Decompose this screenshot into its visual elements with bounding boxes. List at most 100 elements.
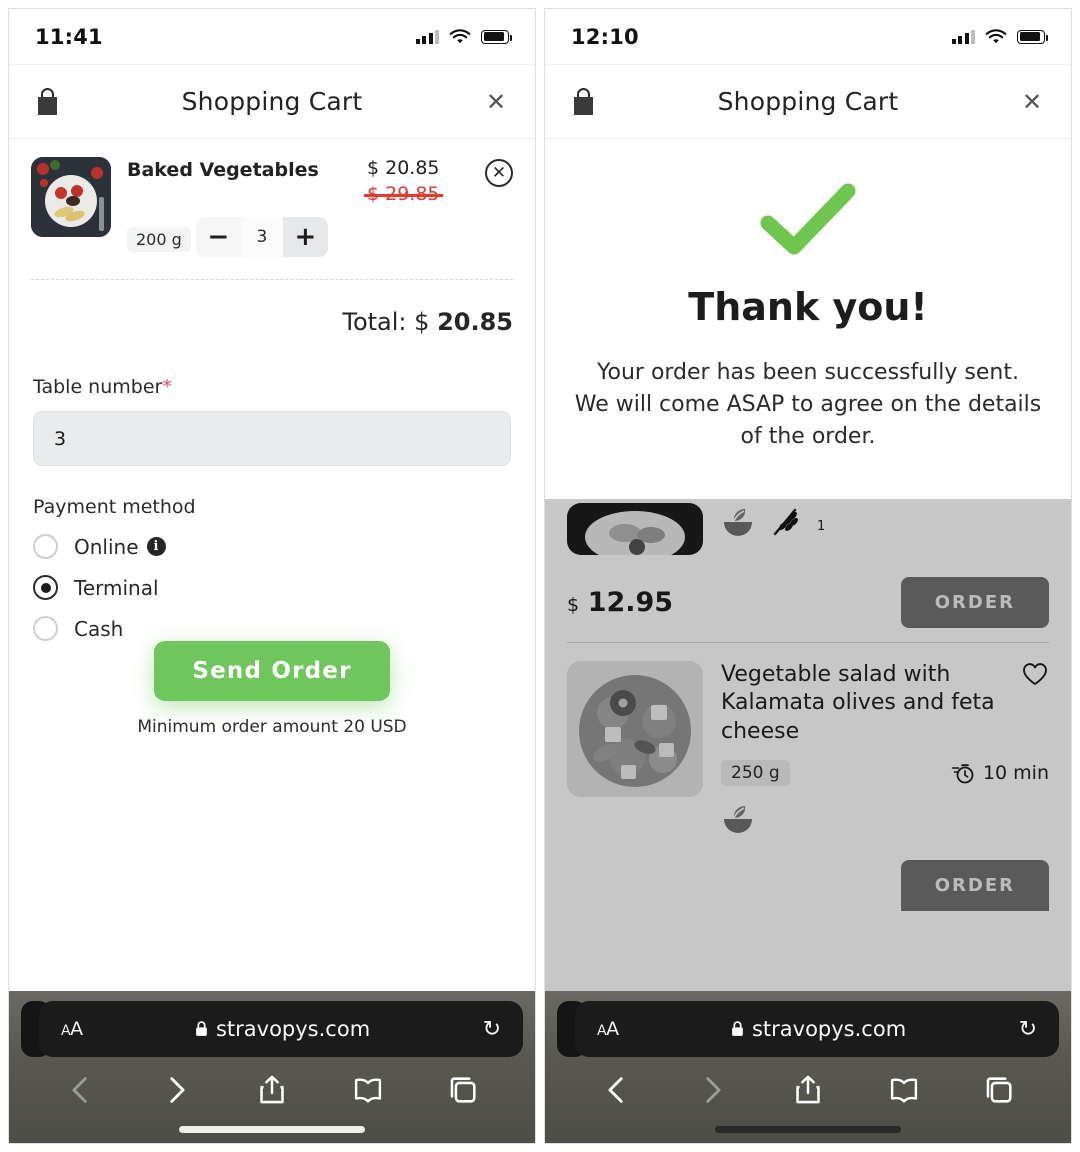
price-currency: $ bbox=[567, 593, 580, 616]
tabs-icon[interactable] bbox=[982, 1073, 1016, 1107]
table-number-input[interactable]: 3 bbox=[33, 411, 511, 466]
bookmarks-icon[interactable] bbox=[887, 1073, 921, 1107]
payment-option-online-label: Online i bbox=[74, 535, 166, 559]
cart-item-name: Baked Vegetables bbox=[127, 159, 319, 181]
order-button[interactable]: ORDER bbox=[900, 576, 1049, 628]
back-chevron-icon[interactable] bbox=[64, 1073, 98, 1107]
menu-item-thumbnail bbox=[567, 660, 703, 797]
safari-tool-row bbox=[545, 1057, 1071, 1115]
cart-item-weight: 200 g bbox=[127, 227, 191, 252]
forward-chevron-icon[interactable] bbox=[695, 1073, 729, 1107]
thank-you-line-1: Your order has been successfully sent. bbox=[596, 360, 1019, 385]
payment-method-label: Payment method bbox=[33, 496, 196, 518]
share-icon[interactable] bbox=[791, 1073, 825, 1107]
radio-terminal[interactable] bbox=[33, 575, 58, 600]
cooking-time-icon bbox=[951, 764, 974, 784]
text-size-button[interactable]: AA bbox=[61, 1018, 83, 1040]
online-label-text: Online bbox=[74, 534, 139, 559]
menu-item-footer: $ 12.95 ORDER bbox=[567, 555, 1049, 642]
close-icon[interactable]: ✕ bbox=[1017, 87, 1047, 117]
wifi-icon bbox=[449, 28, 471, 43]
app-header: Shopping Cart ✕ bbox=[545, 65, 1071, 139]
cart-total: Total: $ 20.85 bbox=[9, 280, 535, 346]
home-indicator-area bbox=[9, 1115, 535, 1143]
status-bar-time: 12:10 bbox=[571, 24, 639, 49]
page-title: Shopping Cart bbox=[181, 87, 363, 116]
cart-total-label: Total: bbox=[342, 308, 407, 336]
cart-line-item: Baked Vegetables $ 20.85 $ 29.85 ✕ 200 g… bbox=[9, 139, 535, 267]
aa-large: A bbox=[70, 1018, 83, 1040]
address-bar[interactable]: AA stravopys.com ↻ bbox=[575, 1001, 1059, 1057]
aa-small: A bbox=[61, 1023, 71, 1039]
cart-item-details: Baked Vegetables $ 20.85 $ 29.85 ✕ 200 g… bbox=[127, 157, 513, 257]
radio-cash[interactable] bbox=[33, 616, 58, 641]
text-size-button[interactable]: AA bbox=[597, 1018, 619, 1040]
menu-item-salad: Vegetable salad with Kalamata olives and… bbox=[545, 643, 1071, 926]
aa-small: A bbox=[597, 1023, 607, 1039]
app-header: Shopping Cart ✕ bbox=[9, 65, 535, 139]
shopping-bag-icon bbox=[569, 86, 599, 118]
page-title: Shopping Cart bbox=[717, 87, 899, 116]
status-bar-indicators bbox=[951, 28, 1049, 45]
minimum-order-note: Minimum order amount 20 USD bbox=[137, 717, 407, 737]
bookmarks-icon[interactable] bbox=[351, 1073, 385, 1107]
reload-icon[interactable]: ↻ bbox=[1019, 1017, 1037, 1042]
thank-you-message: Your order has been successfully sent. W… bbox=[573, 357, 1043, 453]
two-phone-screenshot: 11:41 Shopping Cart ✕ Baked Vegetables $… bbox=[0, 0, 1080, 1152]
phone-right-confirmation: 12:10 Shopping Cart ✕ Thank you! Your or… bbox=[544, 8, 1072, 1144]
vegan-bowl-icon bbox=[724, 806, 752, 834]
menu-item-price: $ 12.95 bbox=[567, 587, 673, 618]
send-order-button[interactable]: Send Order bbox=[154, 641, 390, 701]
quantity-value: 3 bbox=[240, 217, 283, 257]
shopping-bag-icon bbox=[33, 86, 63, 118]
heart-icon[interactable] bbox=[1021, 661, 1049, 687]
cart-item-price-current: $ 20.85 bbox=[367, 157, 440, 179]
status-bar: 11:41 bbox=[9, 9, 535, 65]
send-order-area: Send Order Minimum order amount 20 USD bbox=[33, 641, 511, 753]
quantity-decrease-button[interactable]: − bbox=[195, 217, 241, 257]
table-number-label: Table number* bbox=[33, 376, 511, 398]
url-text: stravopys.com bbox=[215, 1017, 371, 1041]
remove-circle-icon[interactable]: ✕ bbox=[485, 159, 513, 187]
safari-toolbar: AA stravopys.com ↻ bbox=[9, 991, 535, 1143]
cart-body: Baked Vegetables $ 20.85 $ 29.85 ✕ 200 g… bbox=[9, 139, 535, 991]
quantity-stepper[interactable]: − 3 + bbox=[195, 217, 328, 257]
quantity-increase-button[interactable]: + bbox=[282, 217, 328, 257]
cart-item-prices: $ 20.85 $ 29.85 bbox=[361, 157, 481, 205]
reload-icon[interactable]: ↻ bbox=[483, 1017, 501, 1042]
order-button[interactable]: ORDER bbox=[900, 860, 1049, 912]
menu-list-dimmed: 1 $ 12.95 ORDER Vegetable salad with Kal… bbox=[545, 498, 1071, 991]
info-icon[interactable]: i bbox=[146, 537, 166, 556]
close-icon[interactable]: ✕ bbox=[481, 87, 511, 117]
url-display[interactable]: stravopys.com bbox=[619, 1017, 1019, 1041]
payment-option-terminal-label: Terminal bbox=[74, 575, 159, 600]
share-icon[interactable] bbox=[255, 1073, 289, 1107]
lock-icon bbox=[732, 1021, 743, 1036]
payment-option-online[interactable]: Online i bbox=[33, 534, 511, 559]
radio-online[interactable] bbox=[33, 534, 58, 559]
thank-you-title: Thank you! bbox=[688, 285, 928, 329]
allergen-number: 1 bbox=[817, 518, 826, 534]
cart-item-remove-button[interactable]: ✕ bbox=[481, 157, 513, 187]
home-indicator-area bbox=[545, 1115, 1071, 1143]
back-chevron-icon[interactable] bbox=[600, 1073, 634, 1107]
url-display[interactable]: stravopys.com bbox=[83, 1017, 483, 1041]
payment-option-cash[interactable]: Cash bbox=[33, 616, 511, 641]
table-number-value: 3 bbox=[54, 427, 67, 450]
menu-item-weight: 250 g bbox=[721, 760, 790, 787]
battery-icon bbox=[481, 29, 513, 44]
checkout-form: Table number* 3 Payment method Online i … bbox=[9, 346, 535, 753]
menu-item-cooking-time: 10 min bbox=[951, 761, 1049, 785]
address-bar[interactable]: AA stravopys.com ↻ bbox=[39, 1001, 523, 1057]
payment-option-terminal[interactable]: Terminal bbox=[33, 575, 511, 600]
forward-chevron-icon[interactable] bbox=[159, 1073, 193, 1107]
home-indicator bbox=[715, 1125, 901, 1133]
safari-tool-row bbox=[9, 1057, 535, 1115]
tabs-icon[interactable] bbox=[446, 1073, 480, 1107]
table-number-label-text: Table number bbox=[33, 376, 163, 398]
menu-item-badges: 1 bbox=[721, 507, 1049, 537]
menu-item-footer: ORDER bbox=[567, 834, 1049, 925]
wifi-icon bbox=[985, 28, 1007, 43]
menu-item-badges bbox=[721, 804, 1049, 834]
cellular-signal-icon bbox=[951, 29, 975, 44]
